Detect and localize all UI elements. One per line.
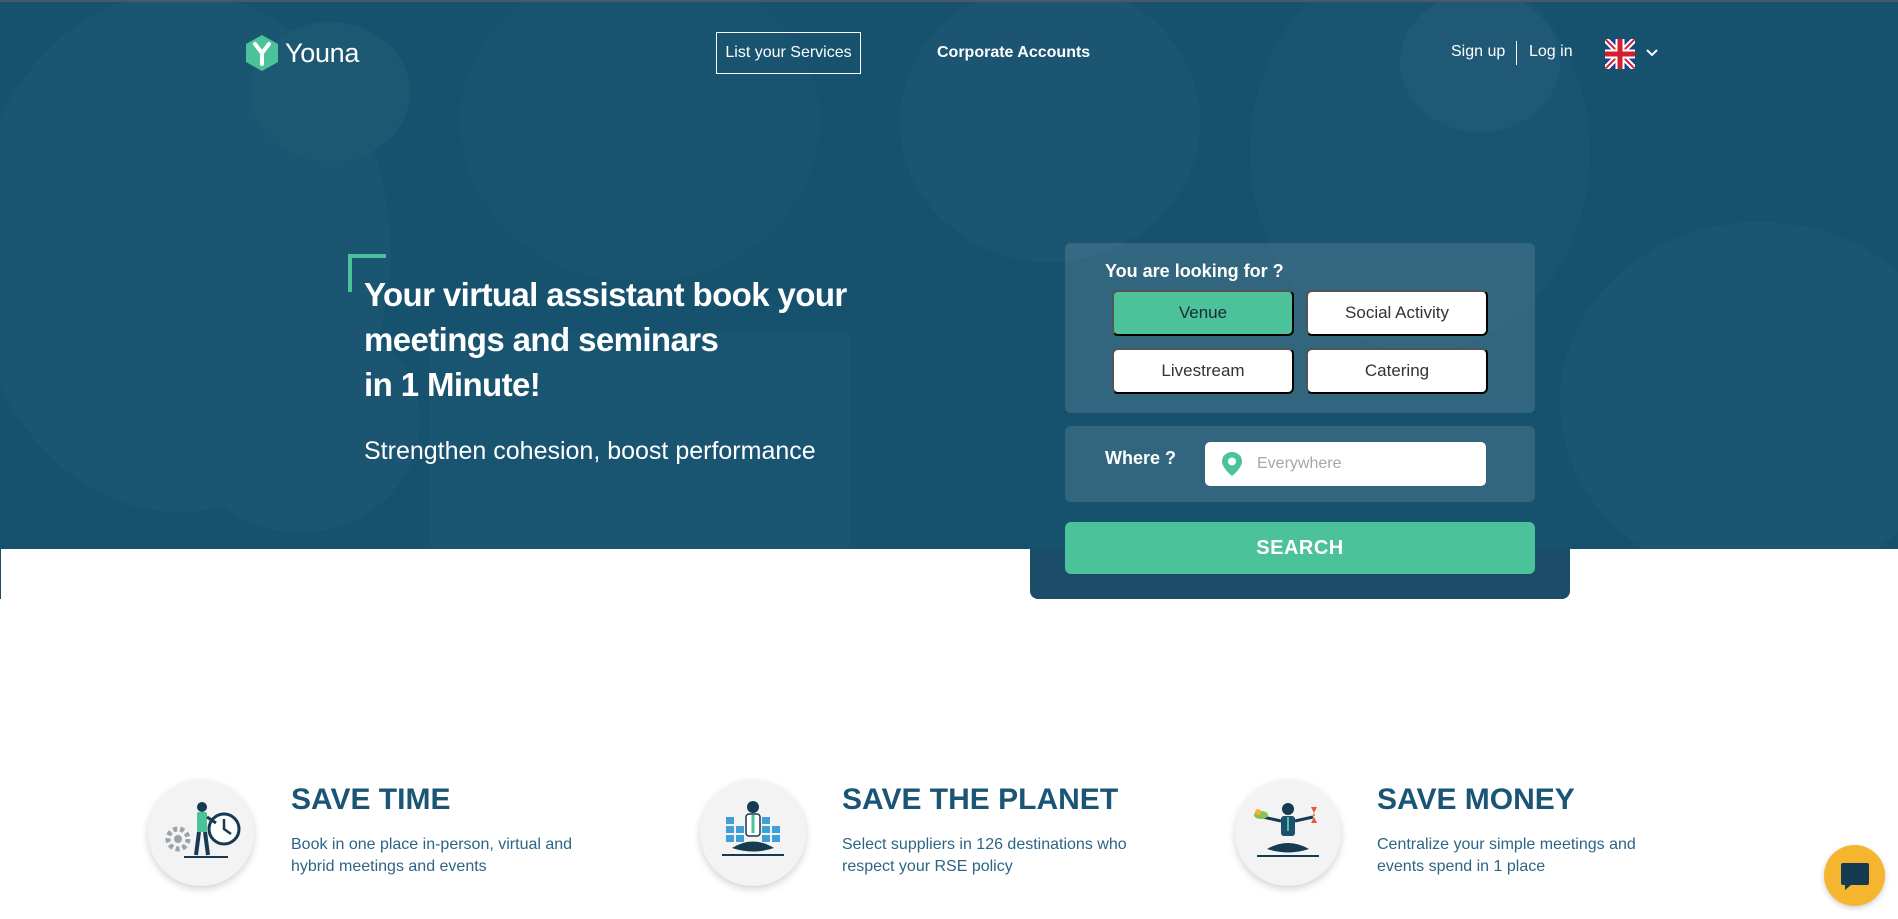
youna-logo[interactable]: Youna	[245, 34, 359, 72]
type-catering-button[interactable]: Catering	[1306, 348, 1488, 394]
feature-desc-line-2: respect your RSE policy	[842, 858, 1013, 875]
youna-logo-icon	[246, 35, 278, 71]
hero-edge-line	[0, 549, 1, 599]
hero-headline: Your virtual assistant book your meeting…	[364, 272, 884, 407]
meditating-person-icon	[722, 801, 784, 856]
chevron-down-icon[interactable]	[1645, 46, 1659, 60]
feature-desc-line-2: hybrid meetings and events	[291, 858, 487, 875]
clock-person-icon	[165, 802, 241, 858]
feature-icon-circle	[700, 780, 806, 886]
headline-line-1: Your virtual assistant book your	[364, 276, 847, 313]
feature-title: SAVE MONEY	[1377, 783, 1575, 816]
type-livestream-button[interactable]: Livestream	[1112, 348, 1294, 394]
feature-desc-line-1: Centralize your simple meetings and	[1377, 836, 1636, 853]
search-button[interactable]: SEARCH	[1065, 522, 1535, 574]
feature-desc-line-2: events spend in 1 place	[1377, 858, 1546, 875]
chat-bubble-icon	[1840, 862, 1869, 890]
where-input[interactable]	[1257, 455, 1457, 473]
type-venue-button[interactable]: Venue	[1112, 290, 1294, 336]
feature-icon-circle	[148, 780, 254, 886]
uk-flag-icon[interactable]	[1605, 39, 1635, 69]
feature-title: SAVE TIME	[291, 783, 451, 816]
looking-for-label: You are looking for ?	[1105, 261, 1284, 281]
corporate-accounts-link[interactable]: Corporate Accounts	[937, 44, 1090, 62]
feature-description: Select suppliers in 126 destinations who…	[842, 834, 1162, 878]
list-your-services-button[interactable]: List your Services	[716, 32, 861, 74]
feature-desc-line-1: Select suppliers in 126 destinations who	[842, 836, 1127, 853]
looking-for-panel: You are looking for ? Venue Social Activ…	[1065, 243, 1535, 413]
hero-overlay	[0, 2, 1898, 549]
location-pin-icon	[1222, 452, 1242, 476]
headline-line-2: meetings and seminars	[364, 321, 719, 358]
where-field[interactable]	[1205, 442, 1486, 486]
balance-person-icon	[1254, 803, 1319, 857]
feature-description: Centralize your simple meetings and even…	[1377, 834, 1677, 878]
sign-up-link[interactable]: Sign up	[1451, 43, 1505, 61]
brand-name: Youna	[285, 37, 360, 68]
headline-line-3: in 1 Minute!	[364, 366, 541, 403]
feature-icon-circle	[1235, 780, 1341, 886]
where-panel: Where ?	[1065, 426, 1535, 502]
feature-title: SAVE THE PLANET	[842, 783, 1119, 816]
type-social-activity-button[interactable]: Social Activity	[1306, 290, 1488, 336]
feature-description: Book in one place in-person, virtual and…	[291, 834, 611, 878]
where-label: Where ?	[1105, 448, 1177, 468]
nav-divider	[1516, 41, 1517, 65]
hero-subline: Strengthen cohesion, boost performance	[364, 437, 816, 465]
log-in-link[interactable]: Log in	[1529, 43, 1573, 61]
chat-launcher-button[interactable]	[1824, 845, 1885, 906]
feature-desc-line-1: Book in one place in-person, virtual and	[291, 836, 573, 853]
hero-section: Youna List your Services Corporate Accou…	[0, 0, 1898, 549]
